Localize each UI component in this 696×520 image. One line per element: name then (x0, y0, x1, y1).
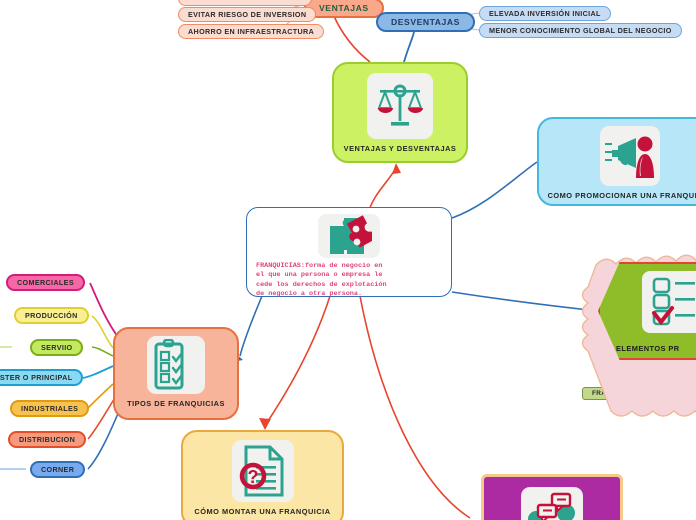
connector-center-to-tipos (239, 295, 263, 357)
arrowhead-ventajas-desventajas (392, 163, 401, 174)
connector-tipos-leaf-serviio (91, 346, 114, 357)
leaf-menor-conocimiento-global[interactable]: MENOR CONOCIMIENTO GLOBAL DEL NEGOCIO (479, 23, 682, 38)
connector-tipos-leaf-produccion (91, 315, 114, 349)
connector-center-to-comunicacion (359, 295, 471, 519)
branch-label: COMO PROMOCIONAR UNA FRANQUICIA (547, 191, 696, 200)
center-node-text: FRANQUICIAS:forma de negocio en el que u… (256, 262, 387, 299)
checklist-boxes-icon (642, 271, 696, 333)
branch-label: TIPOS DE FRANQUICIAS (127, 399, 225, 408)
branch-como-promocionar[interactable]: COMO PROMOCIONAR UNA FRANQUICIA (537, 117, 696, 206)
puzzle-piece-icon (318, 214, 380, 258)
branch-label: ELEMENTOS PR (616, 344, 680, 353)
leaf-corner[interactable]: CORNER (30, 461, 86, 478)
leaf-industriales[interactable]: INDUSTRIALES (10, 400, 90, 417)
connector-center-to-promocionar (451, 161, 538, 219)
connector-center-to-elementos (451, 291, 599, 312)
leaf-serviio[interactable]: SERVIIO (30, 339, 84, 356)
connector-center-to-montar (265, 295, 331, 425)
arrowhead-montar (259, 418, 271, 430)
leaf-comerciales[interactable]: COMERCIALES (6, 274, 85, 291)
leaf-distribucion[interactable]: DISTRIBUCION (8, 431, 87, 448)
connector-tipos-leaf-comerciales (89, 282, 121, 341)
leaf-elevada-inversion-inicial[interactable]: ELEVADA INVERSIÓN INICIAL (479, 6, 611, 21)
branch-label: VENTAJAS Y DESVENTAJAS (343, 144, 457, 153)
branch-ventajas-desventajas[interactable]: VENTAJAS Y DESVENTAJAS (332, 62, 468, 163)
branch-tipos-de-franquicias[interactable]: TIPOS DE FRANQUICIAS (113, 327, 239, 420)
leaf-ahorro-en-infraestractura[interactable]: AHORRO EN INFRAESTRACTURA (178, 24, 325, 39)
clipboard-checklist-icon (147, 336, 205, 394)
connector-vd-to-desventajas (403, 31, 415, 63)
center-node[interactable]: FRANQUICIAS:forma de negocio en el que u… (246, 207, 452, 299)
branch-label: CÓMO MONTAR UNA FRANQUICIA (194, 507, 331, 516)
connector-tipos-leaf-industriales (87, 383, 114, 409)
branch-comunicacion[interactable] (481, 474, 623, 520)
node-desventajas[interactable]: DESVENTAJAS (376, 12, 475, 32)
mindmap-canvas: FRANQUICIAS:forma de negocio en el que u… (0, 0, 696, 520)
leaf-master-o-principal[interactable]: MASTER O PRINCIPAL (0, 369, 84, 386)
leaf-produccion[interactable]: PRODUCCIÓN (14, 307, 89, 324)
document-question-icon: ? (231, 440, 294, 502)
connector-tipos-leaf-distribucion (87, 395, 117, 440)
megaphone-person-icon (599, 126, 660, 186)
leaf-evitar-riesgo-de-inversion[interactable]: EVITAR RIESGO DE INVERSION (178, 7, 317, 22)
connector-tipos-leaf-master (82, 365, 114, 379)
leaf-ventajas-extra-cutoff[interactable] (178, 0, 312, 6)
balance-scales-icon (367, 73, 433, 139)
svg-text:?: ? (247, 467, 258, 487)
people-speech-bubbles-icon (521, 487, 583, 520)
connector-vd-to-ventajas (332, 13, 371, 63)
branch-elementos-principales[interactable]: ELEMENTOS PR (598, 262, 696, 360)
branch-como-montar[interactable]: ? CÓMO MONTAR UNA FRANQUICIA (181, 430, 344, 520)
